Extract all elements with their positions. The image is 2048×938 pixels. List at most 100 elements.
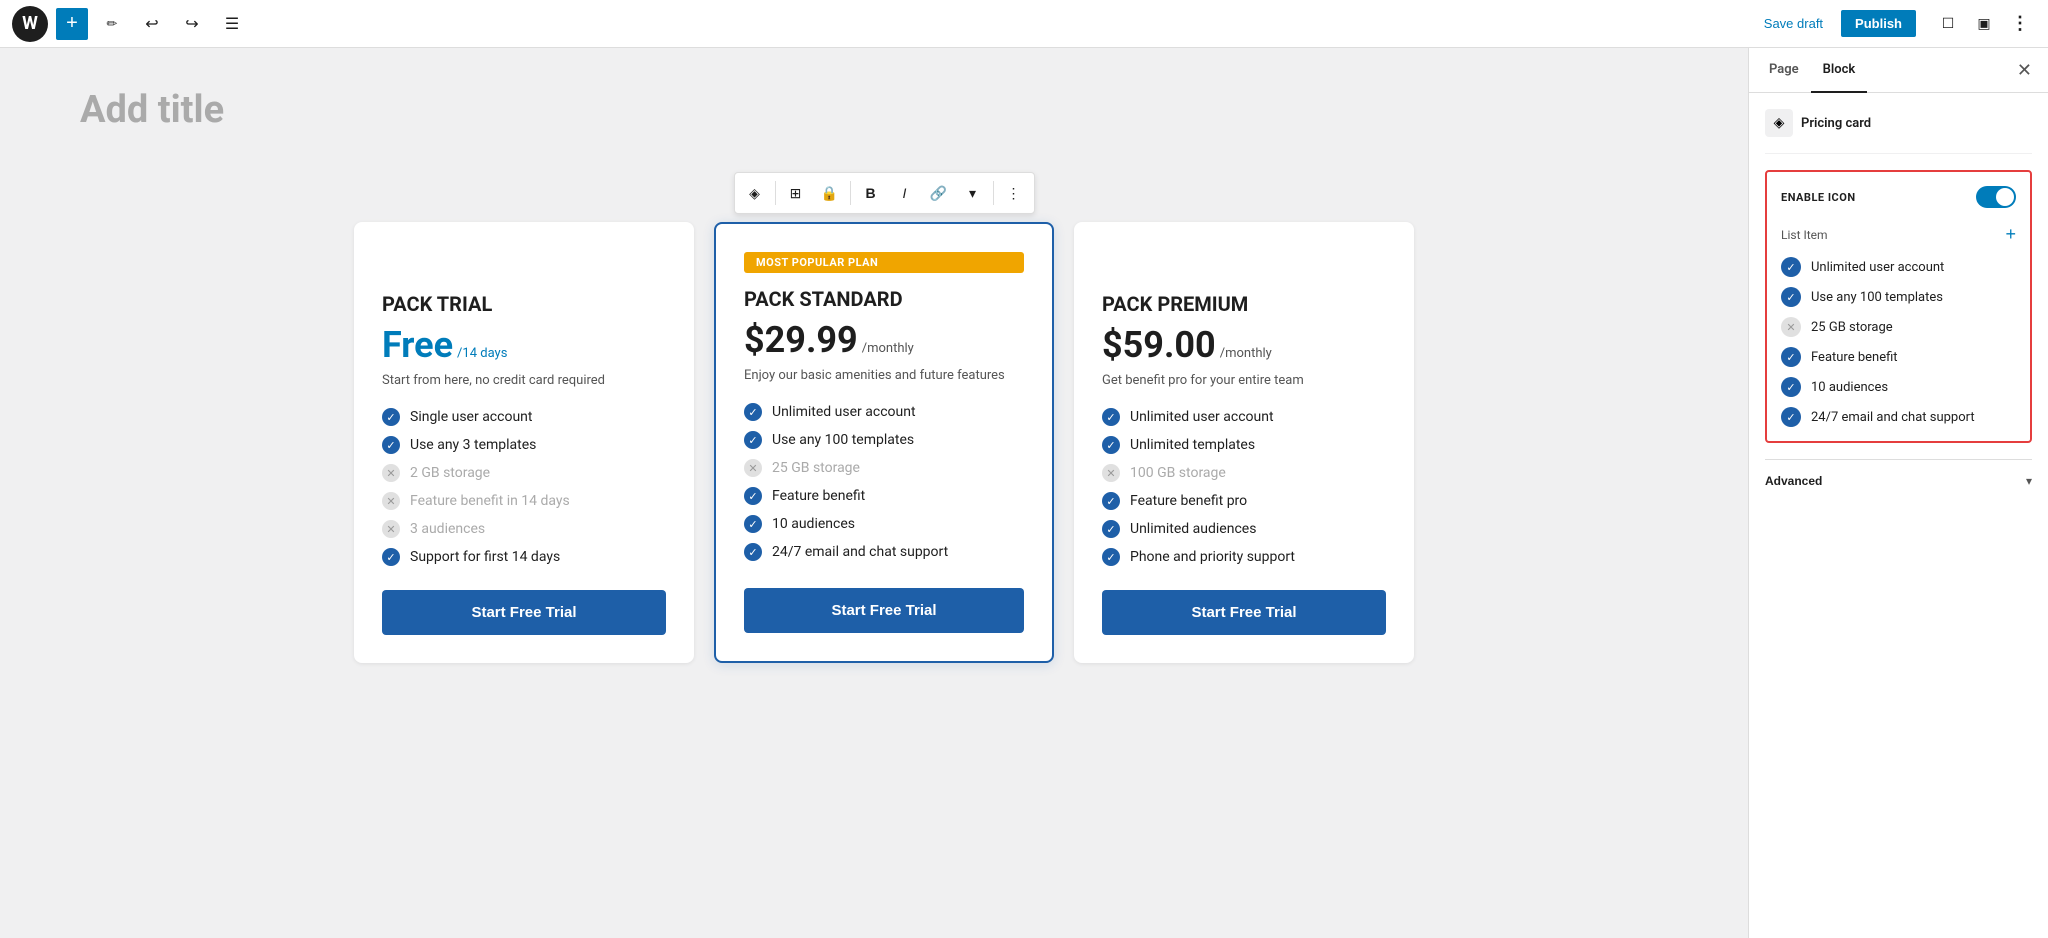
price-period-trial: /14 days bbox=[457, 346, 507, 361]
feature-text: Unlimited audiences bbox=[1130, 521, 1256, 537]
feature-item: ✓ Support for first 14 days bbox=[382, 548, 666, 566]
feature-text: Feature benefit bbox=[772, 488, 865, 504]
feature-item: ✓ Use any 100 templates bbox=[744, 431, 1024, 449]
feature-list-premium: ✓ Unlimited user account ✓ Unlimited tem… bbox=[1102, 408, 1386, 566]
sidebar-feature-item: ✓ 24/7 email and chat support bbox=[1781, 407, 2016, 427]
feature-icon-check: ✓ bbox=[1102, 408, 1120, 426]
feature-icon-check: ✓ bbox=[744, 403, 762, 421]
feature-icon-check: ✓ bbox=[1102, 548, 1120, 566]
list-item-label: List Item bbox=[1781, 228, 1828, 242]
topbar-right-icons: ☐ ▣ ⋮ bbox=[1932, 8, 2036, 40]
most-popular-badge: MOST POPULAR PLAN bbox=[744, 252, 1024, 273]
tab-page[interactable]: Page bbox=[1757, 48, 1811, 93]
block-options-button[interactable]: ⋮ bbox=[998, 177, 1030, 209]
cta-button-standard[interactable]: Start Free Trial bbox=[744, 588, 1024, 633]
feature-item: ✓ Unlimited templates bbox=[1102, 436, 1386, 454]
price-period-standard: /monthly bbox=[862, 341, 914, 356]
feature-item: ✓ Feature benefit bbox=[744, 487, 1024, 505]
italic-button[interactable]: I bbox=[889, 177, 921, 209]
sidebar-feature-text: 10 audiences bbox=[1811, 380, 1888, 395]
feature-text: Unlimited user account bbox=[1130, 409, 1274, 425]
sidebar-feature-icon-check: ✓ bbox=[1781, 377, 1801, 397]
edit-button[interactable]: ✏ bbox=[96, 8, 128, 40]
badge-spacer bbox=[1102, 250, 1386, 278]
sidebar-feature-list: ✓ Unlimited user account ✓ Use any 100 te… bbox=[1781, 257, 2016, 427]
save-draft-button[interactable]: Save draft bbox=[1754, 10, 1833, 37]
pricing-card-trial: PACK TRIAL Free /14 days Start from here… bbox=[354, 222, 694, 663]
feature-item: ✓ Phone and priority support bbox=[1102, 548, 1386, 566]
drag-handle-button[interactable]: ⊞ bbox=[780, 177, 812, 209]
sidebar-feature-item: ✓ Use any 100 templates bbox=[1781, 287, 2016, 307]
feature-text: Support for first 14 days bbox=[410, 549, 560, 565]
feature-text: Feature benefit in 14 days bbox=[410, 493, 570, 509]
add-block-button[interactable]: + bbox=[56, 8, 88, 40]
redo-button[interactable]: ↪ bbox=[176, 8, 208, 40]
lock-button[interactable]: 🔒 bbox=[814, 177, 846, 209]
feature-item: ✕ 2 GB storage bbox=[382, 464, 666, 482]
layout-button[interactable]: ▣ bbox=[1968, 8, 2000, 40]
feature-item: ✓ Unlimited user account bbox=[744, 403, 1024, 421]
wp-logo-icon[interactable]: W bbox=[12, 6, 48, 42]
price-main-premium: $59.00 bbox=[1102, 324, 1216, 366]
cta-button-premium[interactable]: Start Free Trial bbox=[1102, 590, 1386, 635]
card-price-trial: Free /14 days bbox=[382, 324, 666, 366]
list-item-header: List Item + bbox=[1781, 224, 2016, 245]
feature-text: Use any 3 templates bbox=[410, 437, 536, 453]
toolbar-divider bbox=[775, 181, 776, 205]
feature-icon-check: ✓ bbox=[382, 436, 400, 454]
feature-icon-check: ✓ bbox=[744, 431, 762, 449]
sidebar-block-title: ◈ Pricing card bbox=[1765, 109, 2032, 154]
enable-icon-toggle[interactable] bbox=[1976, 186, 2016, 208]
sidebar-feature-text: Use any 100 templates bbox=[1811, 290, 1943, 305]
feature-item: ✓ 24/7 email and chat support bbox=[744, 543, 1024, 561]
sidebar-feature-icon-check: ✓ bbox=[1781, 287, 1801, 307]
page-title[interactable]: Add title bbox=[80, 88, 224, 132]
feature-icon-check: ✓ bbox=[744, 543, 762, 561]
sidebar-feature-icon-check: ✓ bbox=[1781, 407, 1801, 427]
sidebar-feature-icon-cross: ✕ bbox=[1781, 317, 1801, 337]
advanced-section: Advanced ▾ bbox=[1765, 459, 2032, 488]
feature-text: Use any 100 templates bbox=[772, 432, 914, 448]
list-item-add-button[interactable]: + bbox=[2005, 224, 2016, 245]
more-rich-button[interactable]: ▾ bbox=[957, 177, 989, 209]
more-options-button[interactable]: ⋮ bbox=[2004, 8, 2036, 40]
card-title-trial: PACK TRIAL bbox=[382, 292, 666, 316]
feature-item: ✓ Single user account bbox=[382, 408, 666, 426]
enable-icon-section: ENABLE ICON List Item + ✓ Unlimited user… bbox=[1765, 170, 2032, 443]
price-period-premium: /monthly bbox=[1220, 346, 1272, 361]
sidebar-feature-text: Feature benefit bbox=[1811, 350, 1898, 365]
feature-icon-cross: ✕ bbox=[744, 459, 762, 477]
feature-icon-check: ✓ bbox=[1102, 492, 1120, 510]
toolbar-divider-2 bbox=[850, 181, 851, 205]
sidebar-feature-item: ✕ 25 GB storage bbox=[1781, 317, 2016, 337]
feature-icon-cross: ✕ bbox=[382, 520, 400, 538]
transform-block-button[interactable]: ◈ bbox=[739, 177, 771, 209]
feature-text: Feature benefit pro bbox=[1130, 493, 1247, 509]
feature-text: 24/7 email and chat support bbox=[772, 544, 948, 560]
sidebar-feature-text: Unlimited user account bbox=[1811, 260, 1944, 275]
card-description-trial: Start from here, no credit card required bbox=[382, 372, 666, 390]
publish-button[interactable]: Publish bbox=[1841, 10, 1916, 37]
main-layout: Add title ◈ ⊞ 🔒 B I 🔗 ▾ ⋮ PACK TRIAL Fre… bbox=[0, 48, 2048, 938]
feature-item: ✓ Unlimited user account bbox=[1102, 408, 1386, 426]
view-button[interactable]: ☐ bbox=[1932, 8, 1964, 40]
pricing-card-standard: MOST POPULAR PLANPACK STANDARD $29.99 /m… bbox=[714, 222, 1054, 663]
sidebar-feature-icon-check: ✓ bbox=[1781, 257, 1801, 277]
link-button[interactable]: 🔗 bbox=[923, 177, 955, 209]
sidebar-feature-text: 25 GB storage bbox=[1811, 320, 1893, 335]
feature-icon-cross: ✕ bbox=[382, 492, 400, 510]
sidebar-block-icon: ◈ bbox=[1765, 109, 1793, 137]
tab-block[interactable]: Block bbox=[1811, 48, 1868, 93]
sidebar-close-button[interactable]: ✕ bbox=[2009, 56, 2040, 85]
feature-text: 3 audiences bbox=[410, 521, 485, 537]
sidebar-content: ◈ Pricing card ENABLE ICON List Item + ✓… bbox=[1749, 93, 2048, 938]
undo-button[interactable]: ↩ bbox=[136, 8, 168, 40]
cta-button-trial[interactable]: Start Free Trial bbox=[382, 590, 666, 635]
editor-area: Add title ◈ ⊞ 🔒 B I 🔗 ▾ ⋮ PACK TRIAL Fre… bbox=[0, 48, 1748, 938]
feature-text: Phone and priority support bbox=[1130, 549, 1295, 565]
bold-button[interactable]: B bbox=[855, 177, 887, 209]
list-view-button[interactable]: ☰ bbox=[216, 8, 248, 40]
sidebar-tabs: Page Block ✕ bbox=[1749, 48, 2048, 93]
advanced-toggle-button[interactable]: Advanced ▾ bbox=[1765, 474, 2032, 488]
enable-icon-row: ENABLE ICON bbox=[1781, 186, 2016, 208]
